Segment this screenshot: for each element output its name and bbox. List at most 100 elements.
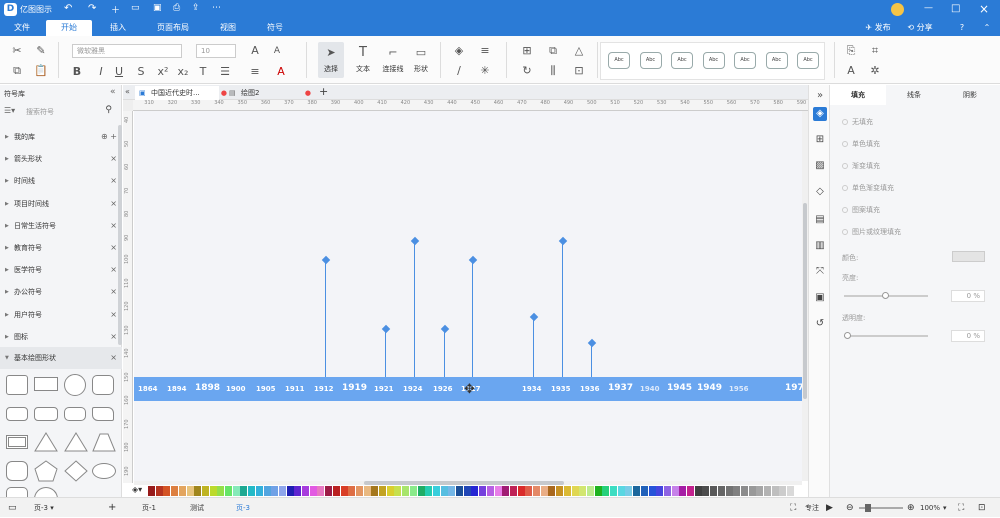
zoom-level[interactable]: 100% xyxy=(920,498,940,518)
timeline-year-label[interactable]: 1940 xyxy=(640,385,659,393)
collapse-right-icon[interactable]: » xyxy=(813,89,827,103)
transparency-slider-thumb[interactable] xyxy=(844,332,851,339)
collapse-panel-icon[interactable]: « xyxy=(110,87,116,97)
color-swatch[interactable] xyxy=(278,486,286,496)
group-icon[interactable]: ⧉ xyxy=(546,44,560,58)
menu-view[interactable]: 视图 xyxy=(208,20,248,36)
color-swatch[interactable] xyxy=(302,486,309,496)
copy-icon[interactable]: ⧉ xyxy=(10,64,24,78)
snipped-rectangle-shape[interactable] xyxy=(92,407,114,421)
layers-icon[interactable]: ◇ xyxy=(813,185,827,199)
play-icon[interactable]: ▶ xyxy=(826,498,833,518)
rounded-rectangle-shape[interactable] xyxy=(6,407,28,421)
restore-button[interactable]: □ xyxy=(951,3,960,14)
crop-icon[interactable]: ⌗ xyxy=(868,44,882,58)
rotate-icon[interactable]: ↻ xyxy=(520,64,534,78)
color-swatch[interactable] xyxy=(148,486,155,496)
add-library-icon[interactable]: ⊕ + xyxy=(101,126,117,148)
color-swatch[interactable] xyxy=(309,486,317,496)
font-color-icon[interactable]: A xyxy=(274,65,288,79)
user-avatar[interactable] xyxy=(891,3,904,16)
rectangle-shape[interactable] xyxy=(34,377,58,391)
color-swatch[interactable] xyxy=(317,486,325,496)
timeline-year-label[interactable]: 1949 xyxy=(697,383,722,393)
color-swatch[interactable] xyxy=(494,486,502,496)
timeline-marker-diamond[interactable] xyxy=(468,255,477,265)
color-swatch[interactable] xyxy=(209,486,217,496)
timeline-year-label[interactable]: 1900 xyxy=(226,385,245,393)
timeline-year-label[interactable]: 1911 xyxy=(285,385,304,393)
color-swatch[interactable] xyxy=(663,486,671,496)
page-tab-active[interactable]: 页-3 xyxy=(236,498,250,518)
minimize-button[interactable]: — xyxy=(924,3,933,13)
color-swatch[interactable] xyxy=(764,486,771,496)
color-swatch[interactable] xyxy=(379,486,386,496)
color-swatch[interactable] xyxy=(602,486,610,496)
zoom-slider-thumb[interactable] xyxy=(865,504,871,512)
library-item[interactable]: ▶ 医学符号 × xyxy=(0,259,122,281)
rounded-rectangle-shape[interactable] xyxy=(34,407,58,421)
line-color-icon[interactable]: ∕ xyxy=(452,64,466,78)
color-swatch[interactable] xyxy=(740,486,748,496)
fit-icon[interactable]: ⤧ xyxy=(813,265,827,279)
color-picker[interactable] xyxy=(952,251,985,262)
color-swatch[interactable] xyxy=(340,486,348,496)
pentagon-shape[interactable] xyxy=(34,460,58,482)
color-swatch[interactable] xyxy=(579,486,587,496)
timeline-year-label[interactable]: 1945 xyxy=(667,383,692,393)
color-swatch[interactable] xyxy=(225,486,232,496)
select-tool-button[interactable]: ➤ 选择 xyxy=(318,42,344,78)
color-swatch[interactable] xyxy=(617,486,625,496)
library-item[interactable]: ▶ 时间线 × xyxy=(0,170,122,192)
menu-icon[interactable]: ☰▾ xyxy=(4,106,15,115)
color-swatch[interactable] xyxy=(594,486,602,496)
fit-window-icon[interactable]: ⊡ xyxy=(978,498,986,518)
search-field[interactable]: ☰▾ 搜索符号 ⚲ xyxy=(4,105,114,119)
library-item[interactable]: ▶ 图标 × xyxy=(0,326,122,348)
color-swatch[interactable] xyxy=(471,486,479,496)
zoom-in-icon[interactable]: ⊕ xyxy=(907,498,915,518)
grid-icon[interactable]: ⊞ xyxy=(813,133,827,147)
data-icon[interactable]: ▥ xyxy=(813,239,827,253)
timeline-year-label[interactable]: 1864 xyxy=(138,385,157,393)
quick-style-box[interactable]: Abc xyxy=(734,52,756,69)
color-swatch[interactable] xyxy=(610,486,617,496)
library-item[interactable]: ▶ 日常生活符号 × xyxy=(0,215,122,237)
close-icon[interactable]: × xyxy=(110,237,117,259)
menu-start[interactable]: 开始 xyxy=(46,20,92,36)
text-format-icon[interactable]: T xyxy=(196,65,210,79)
color-swatch[interactable] xyxy=(271,486,279,496)
color-swatch[interactable] xyxy=(371,486,379,496)
close-icon[interactable]: × xyxy=(110,148,117,170)
color-swatch[interactable] xyxy=(725,486,733,496)
timeline-year-label[interactable]: 1936 xyxy=(580,385,599,393)
color-swatch[interactable] xyxy=(633,486,641,496)
color-swatch[interactable] xyxy=(679,486,687,496)
color-swatch[interactable] xyxy=(486,486,494,496)
color-swatch[interactable] xyxy=(502,486,510,496)
distribute-icon[interactable]: ⫼ xyxy=(546,64,560,78)
color-swatch[interactable] xyxy=(248,486,256,496)
settings-chevron-icon[interactable]: ⌃ xyxy=(980,20,994,36)
quick-style-box[interactable]: Abc xyxy=(702,52,725,69)
color-swatch[interactable] xyxy=(733,486,741,496)
brightness-slider[interactable] xyxy=(844,292,928,299)
color-swatch[interactable] xyxy=(648,486,656,496)
color-swatch[interactable] xyxy=(355,486,363,496)
text-tool-label[interactable]: 文本 xyxy=(350,64,376,74)
close-icon[interactable]: × xyxy=(110,170,117,192)
timeline-year-label[interactable]: 1898 xyxy=(195,383,220,393)
color-swatch[interactable] xyxy=(756,486,764,496)
timeline-year-label[interactable]: 1919 xyxy=(342,383,367,393)
color-swatch[interactable] xyxy=(240,486,248,496)
color-swatch[interactable] xyxy=(448,486,456,496)
redo-icon[interactable]: ↷ xyxy=(88,3,96,14)
close-button[interactable]: × xyxy=(979,2,989,16)
font-size-select[interactable]: 10 xyxy=(196,44,236,58)
fill-icon[interactable]: ◈ xyxy=(452,44,466,58)
underline-icon[interactable]: U xyxy=(112,65,126,79)
color-swatch[interactable] xyxy=(402,486,410,496)
color-swatch[interactable] xyxy=(586,486,594,496)
add-page-button[interactable]: + xyxy=(108,498,116,518)
color-swatch[interactable] xyxy=(463,486,471,496)
